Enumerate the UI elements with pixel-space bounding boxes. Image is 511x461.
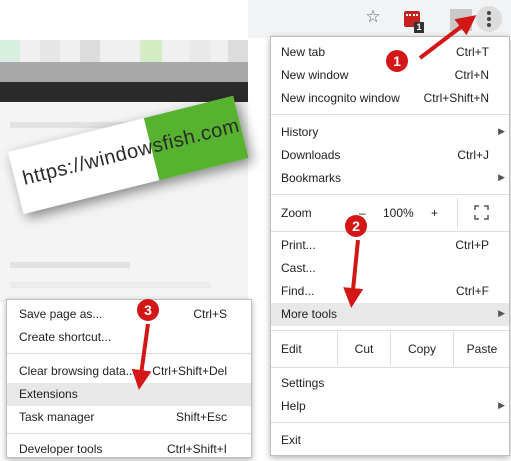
step-1-marker: 1 bbox=[386, 50, 408, 72]
annotation-arrows bbox=[131, 15, 477, 390]
arrow-to-menu-icon bbox=[418, 15, 477, 60]
step-3-marker: 3 bbox=[137, 299, 159, 321]
arrow-to-extensions bbox=[131, 323, 152, 390]
step-2-marker: 2 bbox=[345, 215, 367, 237]
arrow-to-more-tools bbox=[343, 239, 364, 308]
